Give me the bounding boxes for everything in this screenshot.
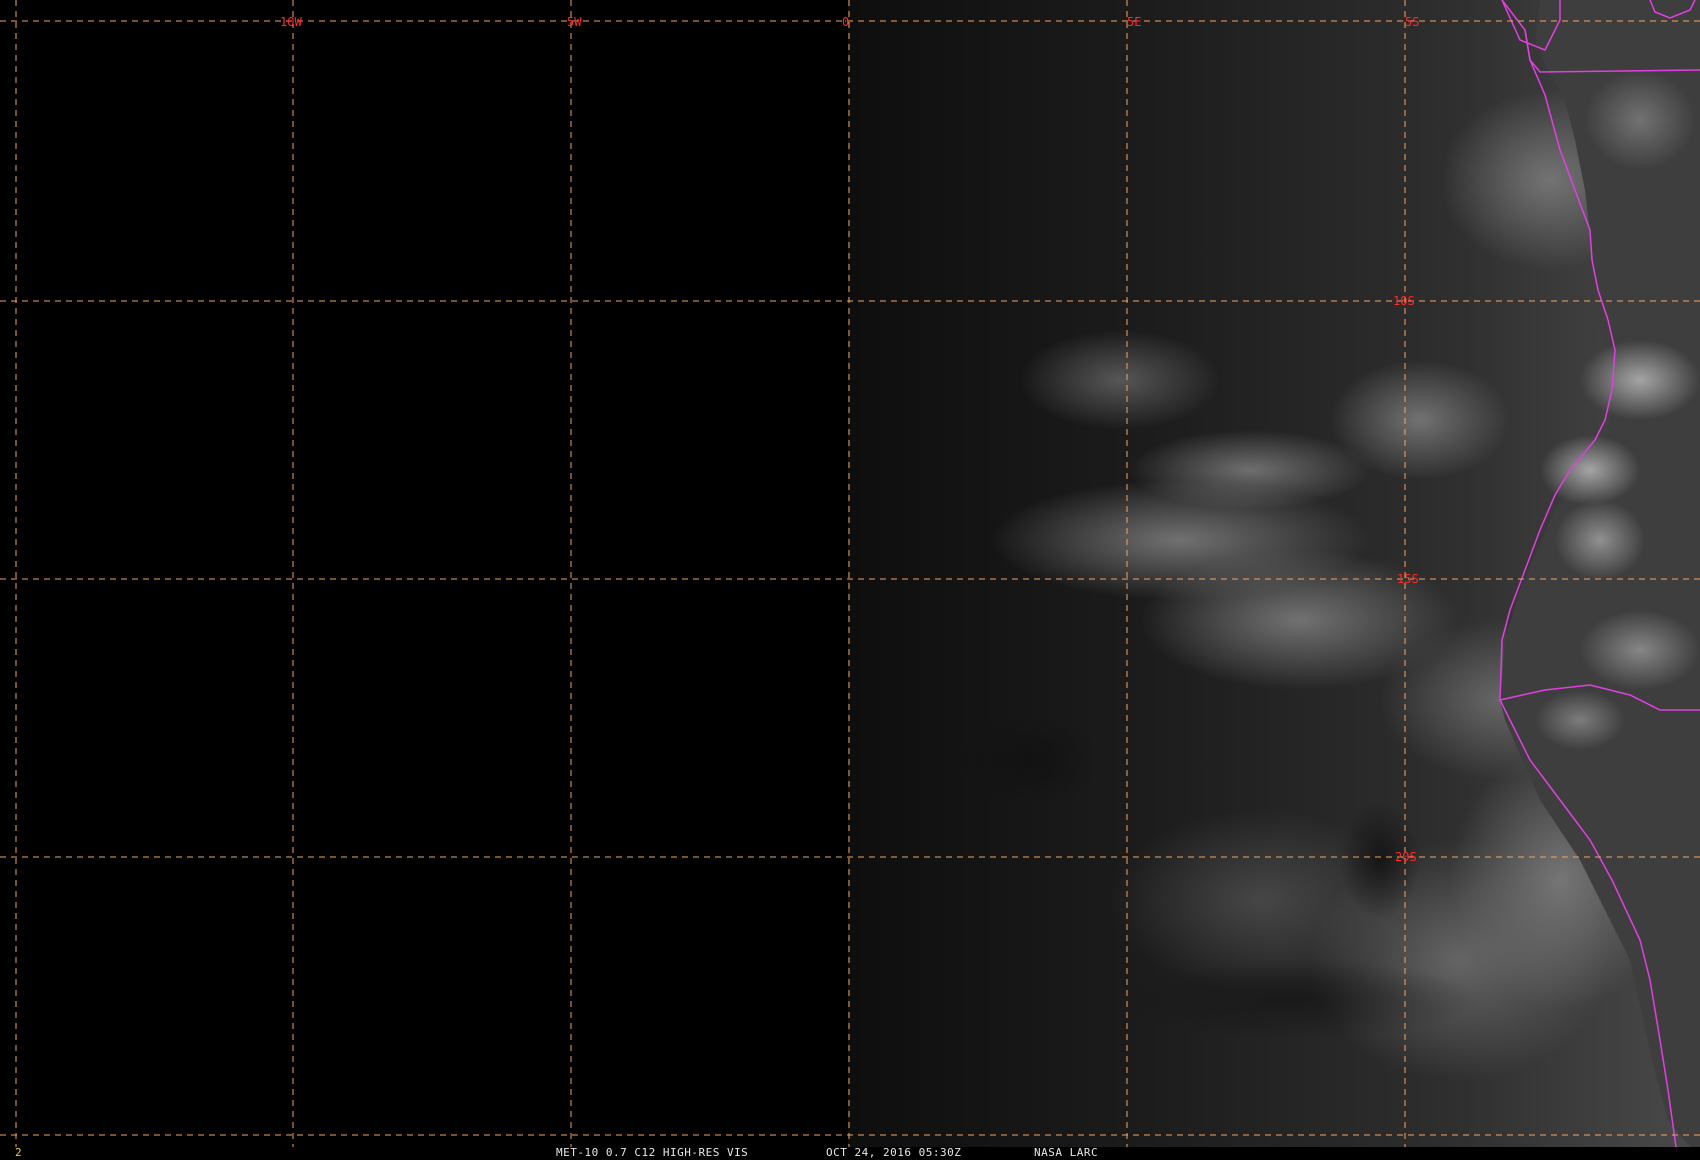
label-lon-5e: 5E — [1127, 15, 1141, 29]
label-lon-10w: 10W — [280, 15, 302, 29]
satellite-image[interactable]: 10W 5W 0 5E 5S 10S 15S 20S — [0, 0, 1700, 1147]
label-lon-5w: 5W — [567, 15, 582, 29]
label-lon-0: 0 — [842, 15, 849, 29]
night-region — [0, 0, 848, 1147]
credit-label: NASA LARC — [1034, 1146, 1099, 1159]
label-lat-5s: 5S — [1405, 15, 1419, 29]
label-lat-20s: 20S — [1395, 850, 1417, 864]
label-lat-15s: 15S — [1397, 572, 1419, 586]
footer-bar: 2 MET-10 0.7 C12 HIGH-RES VIS OCT 24, 20… — [0, 1146, 1700, 1160]
image-datetime: OCT 24, 2016 05:30Z — [826, 1146, 962, 1159]
frame-number: 2 — [15, 1146, 23, 1159]
product-title: MET-10 0.7 C12 HIGH-RES VIS — [556, 1146, 749, 1159]
label-lat-10s: 10S — [1393, 294, 1415, 308]
